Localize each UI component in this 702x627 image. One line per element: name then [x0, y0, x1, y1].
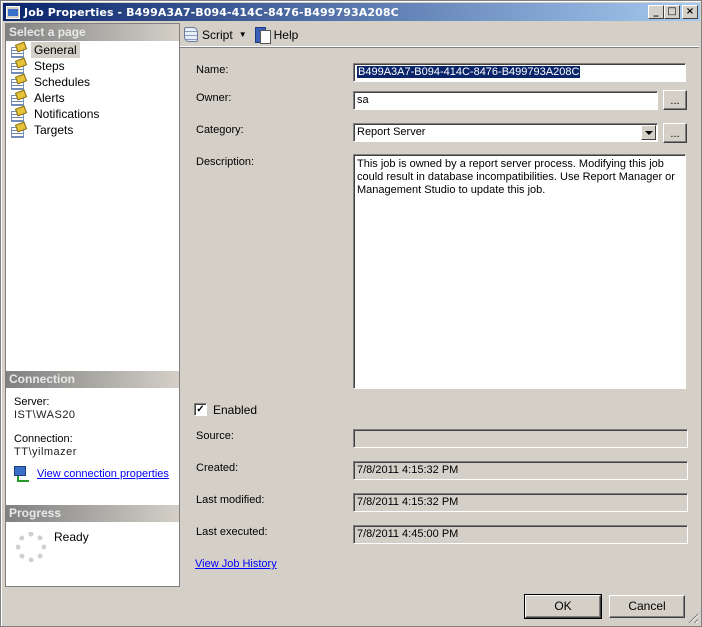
ok-button[interactable]: OK [524, 594, 602, 619]
script-dropdown-arrow-icon[interactable]: ▼ [239, 30, 247, 39]
page-label: Notifications [34, 107, 100, 121]
view-connection-properties-link[interactable]: View connection properties [37, 468, 169, 480]
connection-value: TT\yilmazer [14, 446, 77, 458]
owner-input[interactable]: sa [353, 91, 658, 110]
page-label: Steps [34, 59, 65, 73]
description-label: Description: [196, 156, 255, 168]
general-page-form: Name: B499A3A7-B094-414C-8476-B499793A20… [180, 49, 699, 589]
page-item-general[interactable]: General [6, 42, 179, 58]
view-job-history-link[interactable]: View Job History [195, 558, 277, 570]
page-icon [10, 107, 26, 122]
job-properties-window: Job Properties - B499A3A7-B094-414C-8476… [0, 0, 702, 627]
page-label: General [31, 42, 80, 58]
last-modified-field: 7/8/2011 4:15:32 PM [353, 493, 688, 512]
category-label: Category: [196, 124, 244, 136]
name-value: B499A3A7-B094-414C-8476-B499793A208C [357, 66, 581, 78]
name-label: Name: [196, 64, 229, 76]
progress-header: Progress [6, 505, 179, 522]
enabled-label[interactable]: Enabled [213, 403, 257, 417]
source-field [353, 429, 688, 448]
connection-properties-icon [14, 466, 31, 482]
window-title: Job Properties - B499A3A7-B094-414C-8476… [24, 5, 399, 19]
connection-header: Connection [6, 371, 179, 388]
close-button[interactable]: × [682, 5, 698, 19]
help-icon [254, 26, 271, 44]
owner-label: Owner: [196, 92, 232, 104]
page-icon [10, 75, 26, 90]
page-label: Targets [34, 123, 74, 137]
page-icon [10, 43, 26, 58]
progress-status: Ready [54, 530, 89, 544]
left-panel: Select a page General Steps Schedules Al… [5, 23, 180, 587]
category-select[interactable]: Report Server [353, 123, 658, 142]
connection-label: Connection: [14, 433, 73, 445]
progress-spinner-icon [16, 532, 46, 562]
help-label: Help [273, 27, 299, 42]
last-modified-label: Last modified: [196, 494, 265, 506]
page-item-steps[interactable]: Steps [6, 58, 179, 74]
page-item-alerts[interactable]: Alerts [6, 90, 179, 106]
server-label: Server: [14, 396, 50, 408]
description-textarea[interactable]: This job is owned by a report server pro… [353, 154, 686, 389]
title-bar[interactable]: Job Properties - B499A3A7-B094-414C-8476… [3, 3, 700, 21]
last-executed-label: Last executed: [196, 526, 268, 538]
page-list: General Steps Schedules Alerts Notificat… [6, 41, 179, 138]
toolbar: Script ▼ Help [180, 23, 699, 47]
enabled-checkbox[interactable]: ✓ [194, 403, 207, 416]
category-value: Report Server [357, 126, 426, 138]
last-executed-field: 7/8/2011 4:45:00 PM [353, 525, 688, 544]
page-icon [10, 91, 26, 106]
progress-section: Progress Ready [6, 505, 179, 582]
source-label: Source: [196, 430, 234, 442]
category-browse-button[interactable]: ... [663, 123, 687, 143]
page-item-targets[interactable]: Targets [6, 122, 179, 138]
page-item-notifications[interactable]: Notifications [6, 106, 179, 122]
page-icon [10, 123, 26, 138]
page-label: Schedules [34, 75, 91, 89]
script-button[interactable]: Script ▼ [184, 27, 247, 42]
script-icon [184, 27, 198, 42]
owner-browse-button[interactable]: ... [663, 90, 687, 110]
page-item-schedules[interactable]: Schedules [6, 74, 179, 90]
name-input[interactable]: B499A3A7-B094-414C-8476-B499793A208C [353, 63, 686, 82]
category-dropdown-arrow-icon[interactable] [641, 125, 656, 140]
window-controls: _ □ × [648, 5, 698, 19]
server-value: IST\WAS20 [14, 409, 76, 421]
maximize-button[interactable]: □ [664, 5, 680, 19]
cancel-button[interactable]: Cancel [609, 595, 685, 618]
help-button[interactable]: Help [254, 26, 299, 44]
resize-grip-icon[interactable] [686, 611, 698, 623]
page-label: Alerts [34, 91, 65, 105]
created-field: 7/8/2011 4:15:32 PM [353, 461, 688, 480]
connection-section: Connection Server: IST\WAS20 Connection:… [6, 371, 179, 482]
page-icon [10, 59, 26, 74]
created-label: Created: [196, 462, 239, 474]
select-page-header: Select a page [6, 24, 179, 41]
app-icon [6, 5, 20, 19]
minimize-button[interactable]: _ [648, 5, 664, 19]
script-label: Script [202, 27, 233, 42]
